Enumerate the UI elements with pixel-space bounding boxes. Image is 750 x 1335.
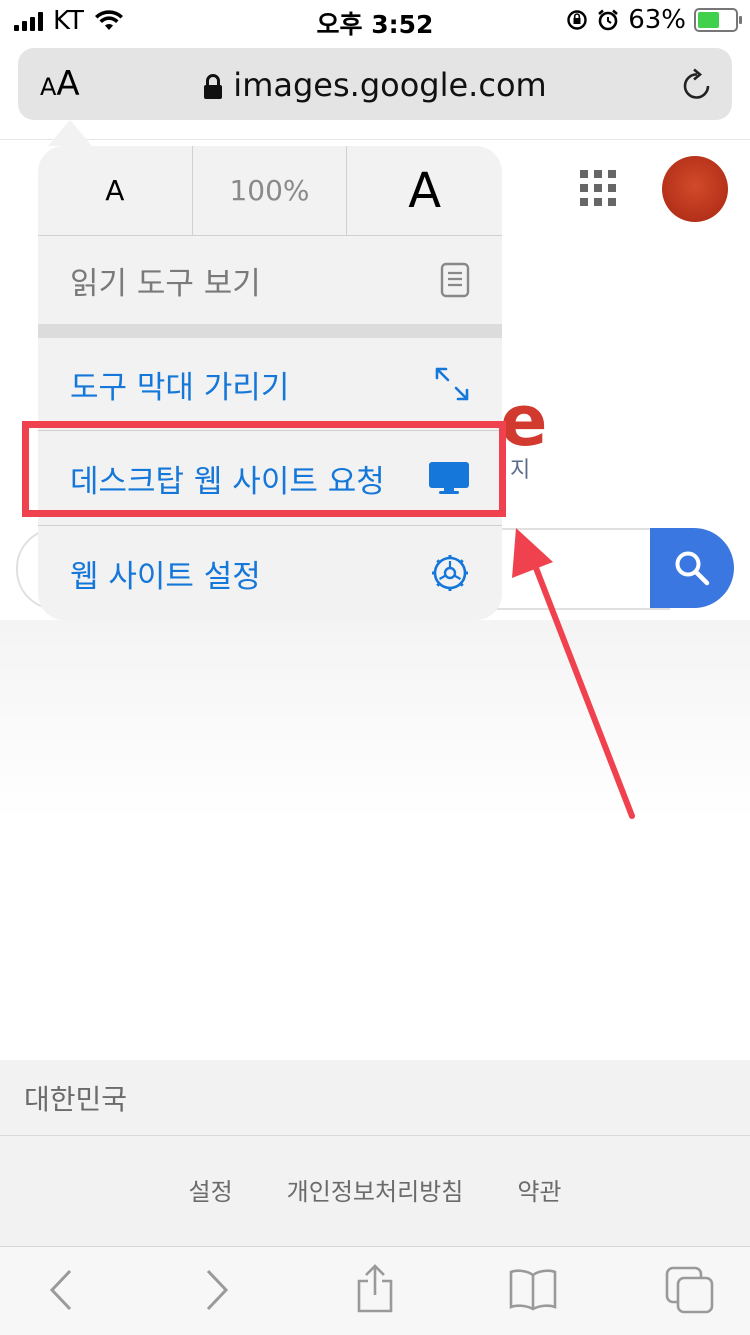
tabs-icon[interactable]	[664, 1265, 716, 1315]
share-icon[interactable]	[354, 1263, 396, 1315]
page-footer: 대한민국 설정 개인정보처리방침 약관	[0, 1060, 750, 1246]
forward-icon[interactable]	[200, 1267, 234, 1313]
footer-link-terms[interactable]: 약관	[517, 1172, 561, 1207]
back-icon[interactable]	[44, 1267, 78, 1313]
footer-link-privacy[interactable]: 개인정보처리방침	[287, 1172, 464, 1207]
footer-link-settings[interactable]: 설정	[189, 1172, 233, 1207]
country-label: 대한민국	[24, 1083, 128, 1116]
footer-divider	[0, 1135, 750, 1136]
footer-links: 설정 개인정보처리방침 약관	[0, 1172, 750, 1207]
bookmarks-icon[interactable]	[508, 1267, 558, 1313]
bottom-toolbar	[0, 1246, 750, 1335]
